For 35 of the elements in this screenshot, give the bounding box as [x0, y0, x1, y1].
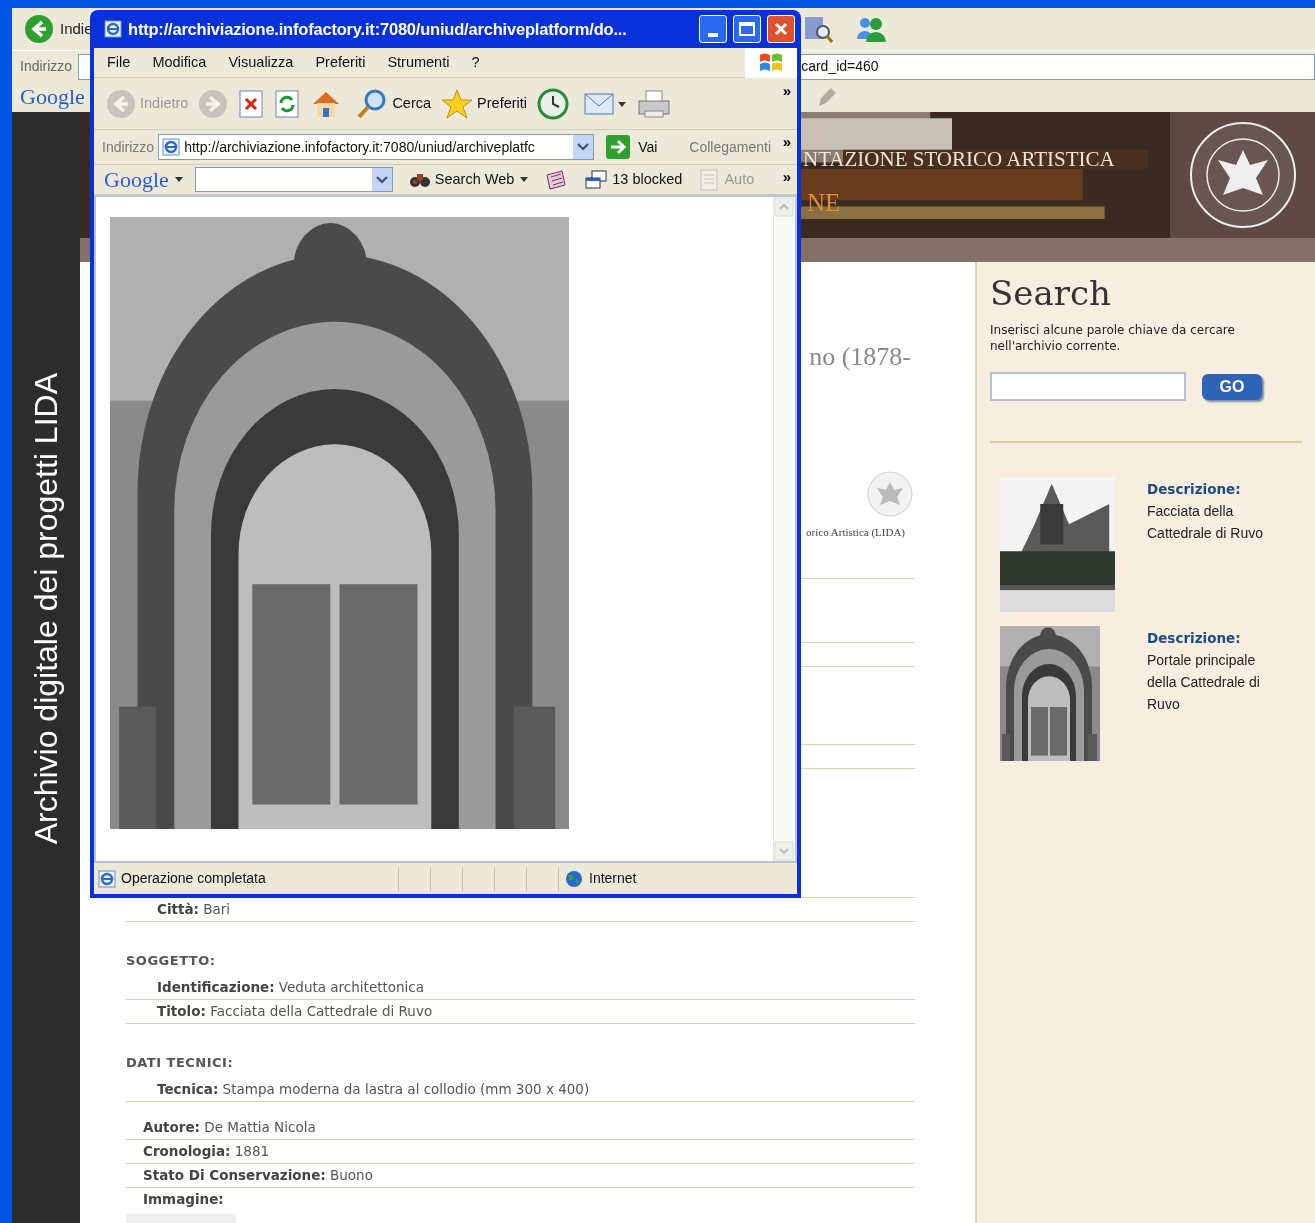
google-logo: Google: [20, 86, 85, 108]
search-hint: Inserisci alcune parole chiave da cercare nell'archivio corrente.: [990, 322, 1236, 354]
record-field: Stato Di Conservazione: Buono: [143, 1164, 373, 1186]
section-heading: SOGGETTO:: [126, 952, 216, 968]
go-button[interactable]: GO: [1202, 373, 1262, 400]
back-button[interactable]: Indie: [24, 14, 93, 44]
record-field: Identificazione: Veduta architettonica: [157, 977, 425, 998]
description-label: Descrizione:: [1147, 480, 1242, 499]
status-text: Operazione completata: [121, 869, 266, 888]
menu-item[interactable]: Modifica: [152, 51, 207, 74]
menu-item[interactable]: ?: [471, 51, 480, 74]
description-text: Portale principale della Cattedrale di Ruvo: [1147, 651, 1261, 714]
record-field: Cronologia: 1881: [143, 1140, 270, 1162]
record-field: Autore: De Mattia Nicola: [143, 1116, 316, 1138]
record-field: Titolo: Facciata della Cattedrale di Ruvo: [157, 1001, 433, 1022]
menu-item[interactable]: Preferiti: [315, 51, 366, 74]
caption: orico Artistica (LIDA): [806, 525, 906, 540]
search-title: Search: [990, 272, 1112, 314]
page-heading: no (1878-: [809, 342, 911, 372]
address-label: Indirizzo: [20, 57, 73, 76]
description-label: Descrizione:: [1147, 629, 1242, 648]
window-title: http://archiviazione.infofactory.it:7080/uniud/archiveplatform/do...: [128, 18, 628, 40]
favorites-button[interactable]: Preferiti: [441, 87, 528, 120]
section-heading: DATI TECNICI:: [126, 1054, 234, 1070]
description-text: Facciata della Cattedrale di Ruvo: [1147, 502, 1264, 543]
record-label: Immagine:: [143, 1190, 224, 1210]
menu-item[interactable]: File: [107, 51, 131, 74]
search-button[interactable]: Cerca: [356, 87, 432, 120]
zone-text: Internet: [589, 869, 637, 888]
record-field: Tecnica: Stampa moderna da lastra al collodio (mm 300 x 400): [157, 1079, 590, 1100]
menu-item[interactable]: Visualizza: [228, 51, 294, 74]
record-field: Città: Bari: [157, 899, 231, 920]
sidebar-title: Archivio digitale dei progetti LIDA: [27, 372, 65, 845]
more-chevron[interactable]: »: [782, 80, 791, 103]
menu-item[interactable]: Strumenti: [387, 51, 450, 74]
